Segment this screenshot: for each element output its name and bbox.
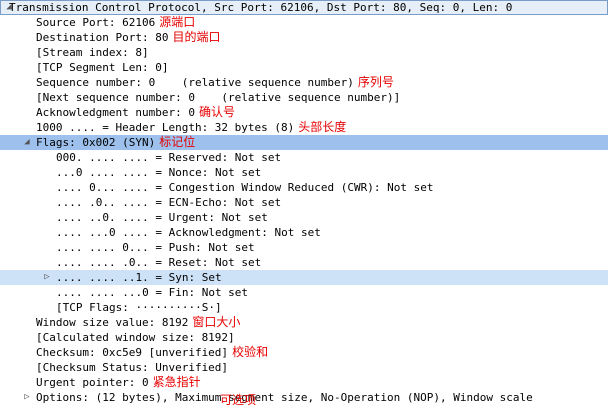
tree-row[interactable]: Acknowledgment number: 0 确认号 [0, 105, 608, 120]
tree-row[interactable]: Urgent pointer: 0 紧急指针 [0, 375, 608, 390]
tree-row-text: 1000 .... = Header Length: 32 bytes (8) 头… [36, 120, 347, 134]
tree-row-text: .... .... ...0 = Fin: Not set [56, 286, 249, 299]
tree-row[interactable]: ▷ .... .... ..1. = Syn: Set [0, 270, 608, 285]
tree-row-text: [Stream index: 8] [36, 46, 149, 59]
expand-right-icon[interactable]: ▷ [42, 270, 52, 285]
tree-row[interactable]: .... .0.. .... = ECN-Echo: Not set [0, 195, 608, 210]
tree-row-text: [TCP Segment Len: 0] [36, 61, 169, 74]
tree-row-text: [TCP Flags: ··········S·] [56, 301, 222, 314]
expand-down-icon[interactable]: ◢ [22, 135, 32, 150]
tree-row[interactable]: [TCP Flags: ··········S·] [0, 300, 608, 315]
tree-row-text: .... .... 0... = Push: Not set [56, 241, 255, 254]
expand-right-icon[interactable]: ▷ [22, 390, 32, 405]
tree-row[interactable]: [Calculated window size: 8192] [0, 330, 608, 345]
tree-row-text: Urgent pointer: 0 紧急指针 [36, 375, 201, 389]
packet-details-tree[interactable]: ◢ Transmission Control Protocol, Src Port… [0, 0, 608, 407]
tree-row[interactable]: ◢ Flags: 0x002 (SYN) 标记位 [0, 135, 608, 150]
annotation-label: 源端口 [159, 15, 196, 29]
tree-row[interactable]: [Stream index: 8] [0, 45, 608, 60]
tree-row-text: [Next sequence number: 0 (relative seque… [36, 91, 401, 104]
tree-row-text: Checksum: 0xc5e9 [unverified] 校验和 [36, 345, 269, 359]
tree-row-text: [Calculated window size: 8192] [36, 331, 235, 344]
annotation-label: 紧急指针 [152, 375, 201, 389]
tree-row-text: Acknowledgment number: 0 确认号 [36, 105, 235, 119]
annotation-label: 头部长度 [298, 120, 347, 134]
tree-row-text: .... 0... .... = Congestion Window Reduc… [56, 181, 434, 194]
tree-row[interactable]: .... .... .0.. = Reset: Not set [0, 255, 608, 270]
tree-row-text: .... .... .0.. = Reset: Not set [56, 256, 262, 269]
tree-row-text: [Checksum Status: Unverified] [36, 361, 229, 374]
tree-row-text: Flags: 0x002 (SYN) 标记位 [36, 135, 196, 149]
tree-row-text: .... .... ..1. = Syn: Set [56, 271, 222, 284]
tree-row-text: Transmission Control Protocol, Src Port:… [9, 1, 513, 14]
tree-row[interactable]: 000. .... .... = Reserved: Not set [0, 150, 608, 165]
annotation-label: 确认号 [198, 105, 235, 119]
annotation-label: 标记位 [159, 135, 196, 149]
options-annotation: 可选项 [220, 393, 257, 407]
tree-row-text: .... ..0. .... = Urgent: Not set [56, 211, 268, 224]
annotation-label: 序列号 [357, 75, 394, 89]
tree-row[interactable]: Sequence number: 0 (relative sequence nu… [0, 75, 608, 90]
tree-row[interactable]: .... 0... .... = Congestion Window Reduc… [0, 180, 608, 195]
tree-row-text: .... ...0 .... = Acknowledgment: Not set [56, 226, 321, 239]
annotation-label: 校验和 [232, 345, 269, 359]
tree-row[interactable]: Checksum: 0xc5e9 [unverified] 校验和 [0, 345, 608, 360]
tree-row-text: ...0 .... .... = Nonce: Not set [56, 166, 262, 179]
tree-row[interactable]: 1000 .... = Header Length: 32 bytes (8) 头… [0, 120, 608, 135]
tree-row[interactable]: Window size value: 8192 窗口大小 [0, 315, 608, 330]
tree-row-text: Sequence number: 0 (relative sequence nu… [36, 75, 394, 89]
tree-row-text: Window size value: 8192 窗口大小 [36, 315, 241, 329]
tree-row[interactable]: ...0 .... .... = Nonce: Not set [0, 165, 608, 180]
tree-row[interactable]: .... .... 0... = Push: Not set [0, 240, 608, 255]
tree-row-text: .... .0.. .... = ECN-Echo: Not set [56, 196, 282, 209]
tree-row-text: Source Port: 62106 源端口 [36, 15, 196, 29]
annotation-label: 目的端口 [172, 30, 221, 44]
tree-row[interactable]: .... ...0 .... = Acknowledgment: Not set [0, 225, 608, 240]
tree-row[interactable]: ◢ Transmission Control Protocol, Src Port… [0, 0, 608, 15]
tree-row[interactable]: .... .... ...0 = Fin: Not set [0, 285, 608, 300]
tree-row[interactable]: [TCP Segment Len: 0] [0, 60, 608, 75]
tree-row[interactable]: Destination Port: 80 目的端口 [0, 30, 608, 45]
tree-row[interactable]: [Next sequence number: 0 (relative seque… [0, 90, 608, 105]
annotation-label: 窗口大小 [192, 315, 241, 329]
tree-row[interactable]: [Checksum Status: Unverified] [0, 360, 608, 375]
tree-row-text: 000. .... .... = Reserved: Not set [56, 151, 282, 164]
tree-row[interactable]: .... ..0. .... = Urgent: Not set [0, 210, 608, 225]
tree-row[interactable]: Source Port: 62106 源端口 [0, 15, 608, 30]
tree-row-text: Options: (12 bytes), Maximum segment siz… [36, 391, 533, 404]
tree-row-text: Destination Port: 80 目的端口 [36, 30, 221, 44]
tree-row[interactable]: ▷ Options: (12 bytes), Maximum segment si… [0, 390, 608, 407]
